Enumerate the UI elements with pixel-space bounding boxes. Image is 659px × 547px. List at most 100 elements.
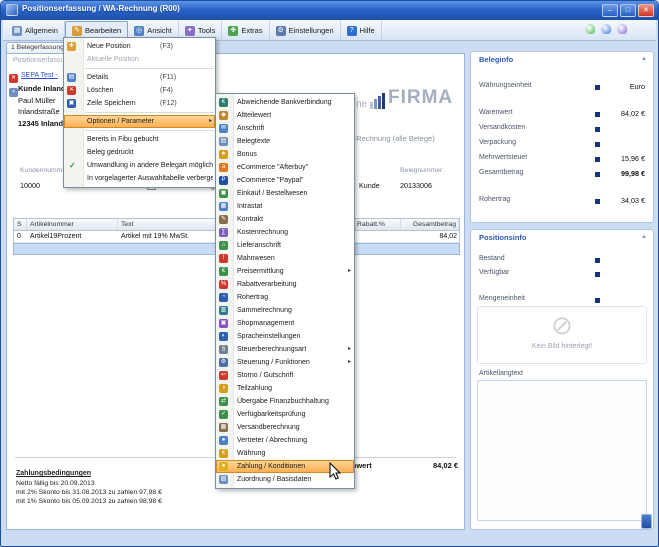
options-menu-item[interactable]: ★Bonus — [216, 148, 354, 161]
langtext-label: Artikellangtext — [479, 370, 523, 377]
menu-tab-hilfe[interactable]: ?Hilfe — [341, 21, 382, 40]
fibu-transfer-icon: ⇄ — [219, 397, 228, 406]
menu-item-label: Vertreter / Abrechnung — [237, 434, 307, 447]
menu-tab-extras[interactable]: ✚Extras — [222, 21, 269, 40]
menu-separator — [85, 68, 214, 69]
close-button[interactable]: ✕ — [638, 4, 654, 17]
options-menu-item[interactable]: ◔Rohertrag — [216, 291, 354, 304]
options-menu-item[interactable]: ▥Sammelrechnung — [216, 304, 354, 317]
edit-menu-item[interactable]: Bereits in Fibu gebucht — [64, 133, 215, 146]
mouse-cursor — [329, 462, 341, 481]
bearbeiten-icon: ✎ — [72, 26, 82, 36]
ansicht-icon: ◎ — [134, 26, 144, 36]
submenu-arrow-icon: ▸ — [209, 115, 212, 128]
menu-item-label: Steuerung / Funktionen — [237, 356, 310, 369]
edit-menu-item[interactable]: In vorgelagerter Auswahltabelle verberge… — [64, 172, 215, 185]
submenu-arrow-icon: ▸ — [348, 265, 351, 278]
menu-tab-label: Hilfe — [360, 26, 375, 35]
maximize-button[interactable]: □ — [620, 4, 636, 17]
options-menu-item[interactable]: PeCommerce "Paypal" — [216, 174, 354, 187]
payment-lines: Netto fällig bis 20.09.2013mit 2% Skonto… — [16, 479, 162, 507]
info-label: Rohertrag — [479, 196, 510, 203]
green-sphere-icon[interactable] — [585, 24, 596, 35]
edit-menu-item[interactable]: ▣Zeile Speichern(F12) — [64, 97, 215, 110]
info-row: Mengeneinheit — [479, 295, 645, 306]
options-menu-item[interactable]: ▣Einkauf / Bestellwesen — [216, 187, 354, 200]
edit-menu-item[interactable]: Optionen / Parameter▸ — [64, 115, 215, 128]
menu-item-label: Kontrakt — [237, 213, 263, 226]
options-menu-item[interactable]: ◑Teilzahlung — [216, 382, 354, 395]
edit-menu-item[interactable]: Beleg gedruckt — [64, 146, 215, 159]
payment-terms: Zahlungsbedingungen Netto fällig bis 20.… — [16, 470, 162, 507]
allgemein-icon: ▦ — [12, 26, 22, 36]
menu-tab-allgemein[interactable]: ▦Allgemein — [6, 21, 65, 40]
options-menu-item[interactable]: §Steuerberechnungsart▸ — [216, 343, 354, 356]
options-menu-item[interactable]: ✓Verfügbarkeitsprüfung — [216, 408, 354, 421]
options-menu-item[interactable]: ⌂Lieferanschrift — [216, 239, 354, 252]
blue-sphere-icon[interactable] — [601, 24, 612, 35]
options-menu-item[interactable]: ✉Anschrift — [216, 122, 354, 135]
menu-item-label: Belegtexte — [237, 135, 270, 148]
purple-sphere-icon[interactable] — [617, 24, 628, 35]
info-row: Warenwert84,02 € — [479, 109, 645, 120]
einstellungen-icon: ⚙ — [276, 26, 286, 36]
delete-icon: ✕ — [67, 86, 76, 95]
availability-check-icon: ✓ — [219, 410, 228, 419]
edit-menu-item[interactable]: ✚Neue Position(F3) — [64, 40, 215, 53]
column-header[interactable]: Artikelnummer — [28, 219, 118, 230]
options-menu-item[interactable]: %Rabattverarbeitung — [216, 278, 354, 291]
options-menu-item[interactable]: ●Vertreter / Abrechnung — [216, 434, 354, 447]
field-marker-icon — [595, 258, 600, 263]
options-menu-item[interactable]: ↩Storno / Gutschrift — [216, 369, 354, 382]
field-marker-icon — [595, 298, 600, 303]
edit-menu-item[interactable]: ✕Löschen(F4) — [64, 84, 215, 97]
options-menu-item[interactable]: €Preisermittlung▸ — [216, 265, 354, 278]
column-header[interactable]: Rabatt.% — [355, 219, 401, 230]
options-menu-item[interactable]: ▦Versandberechnung — [216, 421, 354, 434]
options-menu-item[interactable]: ▣Shopmanagement — [216, 317, 354, 330]
options-menu-item[interactable]: aeCommerce "Afterbuy" — [216, 161, 354, 174]
options-menu-item[interactable]: €Währung — [216, 447, 354, 460]
info-value: 34,03 € — [621, 196, 645, 205]
options-menu-item[interactable]: ✎Kontrakt — [216, 213, 354, 226]
table-cell: Artikel19Prozent — [28, 231, 118, 242]
menubar-right-icons — [585, 24, 628, 35]
title-bar[interactable]: Positionserfassung / WA-Rechnung (R00) –… — [1, 1, 658, 20]
options-menu-item[interactable]: !Mahnwesen — [216, 252, 354, 265]
options-menu-item[interactable]: ⚙Steuerung / Funktionen▸ — [216, 356, 354, 369]
langtext-box[interactable] — [477, 380, 647, 521]
column-header[interactable]: Gesamtbetrag — [403, 219, 459, 230]
options-menu-item[interactable]: ◆Altteilewert — [216, 109, 354, 122]
menu-item-label: Einkauf / Bestellwesen — [237, 187, 307, 200]
options-menu-item[interactable]: ▤Belegtexte — [216, 135, 354, 148]
menu-tab-einstellungen[interactable]: ⚙Einstellungen — [270, 21, 341, 40]
menu-item-label: Details — [87, 71, 108, 84]
edit-menu-item[interactable]: ✓Umwandlung in andere Belegart möglich — [64, 159, 215, 172]
minimize-button[interactable]: – — [602, 4, 618, 17]
edit-menu-item[interactable]: ▤Details(F11) — [64, 71, 215, 84]
payment-conditions-icon: ● — [219, 462, 228, 471]
edit-menu: ✚Neue Position(F3)Aktuelle Position ▤Deta… — [63, 37, 216, 188]
options-menu-item[interactable]: ◐Spracheinstellungen — [216, 330, 354, 343]
field-marker-icon — [595, 172, 600, 177]
window-resize-grip[interactable] — [641, 514, 652, 529]
app-window: Positionserfassung / WA-Rechnung (R00) –… — [0, 0, 659, 547]
options-menu-item[interactable]: ∑Kostenrechnung — [216, 226, 354, 239]
column-header[interactable]: S — [15, 219, 27, 230]
beleginfo-rows: WährungseinheitEuroWarenwert84,02 €Versa… — [471, 52, 653, 222]
menu-item-label: Altteilewert — [237, 109, 271, 122]
info-row: Verfügbar — [479, 269, 645, 280]
collective-invoice-icon: ▥ — [219, 306, 228, 315]
options-menu-item[interactable]: ▦Intrastat — [216, 200, 354, 213]
cost-accounting-icon: ∑ — [219, 228, 228, 237]
info-row: Verpackung — [479, 139, 645, 150]
field-marker-icon — [595, 157, 600, 162]
menu-item-label: Preisermittlung — [237, 265, 284, 278]
options-menu-item[interactable]: €Abweichende Bankverbindung — [216, 96, 354, 109]
info-value: Euro — [630, 82, 645, 91]
payment-line: mit 2% Skonto bis 31.08.2013 zu zahlen 9… — [16, 488, 162, 497]
menu-item-label: Bonus — [237, 148, 257, 161]
edit-menu-item[interactable]: Aktuelle Position — [64, 53, 215, 66]
options-menu-item[interactable]: ⇄Übergabe Finanzbuchhaltung — [216, 395, 354, 408]
info-label: Verfügbar — [479, 269, 509, 276]
